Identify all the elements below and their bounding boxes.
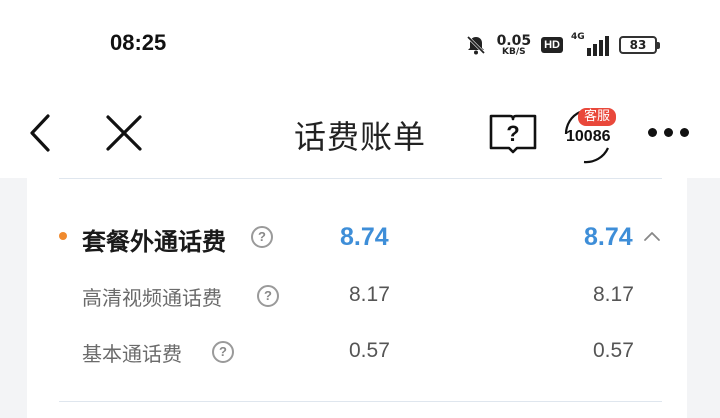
more-icon (647, 127, 657, 137)
chevron-up-icon[interactable] (643, 230, 661, 242)
more-button[interactable] (640, 112, 696, 152)
hd-icon: HD (541, 37, 563, 53)
nav-bar: 话费账单 ? 客服 10086 (0, 90, 720, 178)
status-icons: 0.05 KB/S HD 4G 83 (465, 30, 660, 60)
status-time: 08:25 (110, 30, 167, 55)
help-book-glyph: ? (506, 121, 519, 146)
bill-item-amount-2: 8.17 (593, 283, 634, 306)
bill-group-label: 套餐外通话费 (82, 228, 226, 256)
question-icon[interactable]: ? (251, 226, 273, 248)
net-speed-unit: KB/S (502, 46, 526, 57)
bill-item-amount-1: 8.17 (349, 283, 390, 306)
bill-item-amount-2: 0.57 (593, 339, 634, 362)
bill-group-row[interactable]: 套餐外通话费 ? 8.74 8.74 (27, 212, 687, 262)
network-type: 4G (571, 32, 585, 42)
top-divider (59, 178, 662, 179)
battery-icon: 83 (619, 36, 660, 54)
help-book-button[interactable]: ? (486, 108, 540, 160)
bottom-divider (59, 401, 662, 402)
bill-group-amount-2: 8.74 (584, 223, 633, 251)
net-speed-value: 0.05 (496, 32, 532, 49)
bill-item-row: 高清视频通话费 ? 8.17 8.17 (27, 270, 687, 320)
customer-service-number: 10086 (566, 128, 611, 145)
help-book-icon: ? (489, 114, 537, 154)
net-speed: 0.05 KB/S (497, 34, 532, 57)
bill-item-amount-1: 0.57 (349, 339, 390, 362)
question-icon[interactable]: ? (257, 285, 279, 307)
customer-service-badge: 客服 (578, 108, 617, 126)
battery-level: 83 (619, 36, 657, 54)
signal-icon: 4G (571, 32, 609, 56)
bullet-icon (59, 232, 67, 240)
status-bar: 08:25 0.05 KB/S HD 4G 83 (0, 0, 720, 90)
bill-card: 套餐外通话费 ? 8.74 8.74 高清视频通话费 ? 8.17 8.17 基… (27, 178, 687, 418)
bill-group-amount-1: 8.74 (340, 223, 389, 251)
customer-service-button[interactable]: 客服 10086 (560, 104, 620, 166)
bill-item-row: 基本通话费 ? 0.57 0.57 (27, 326, 687, 376)
bill-item-label: 高清视频通话费 (82, 286, 222, 310)
bell-muted-icon (465, 34, 487, 56)
question-icon[interactable]: ? (212, 341, 234, 363)
bill-item-label: 基本通话费 (82, 342, 182, 366)
